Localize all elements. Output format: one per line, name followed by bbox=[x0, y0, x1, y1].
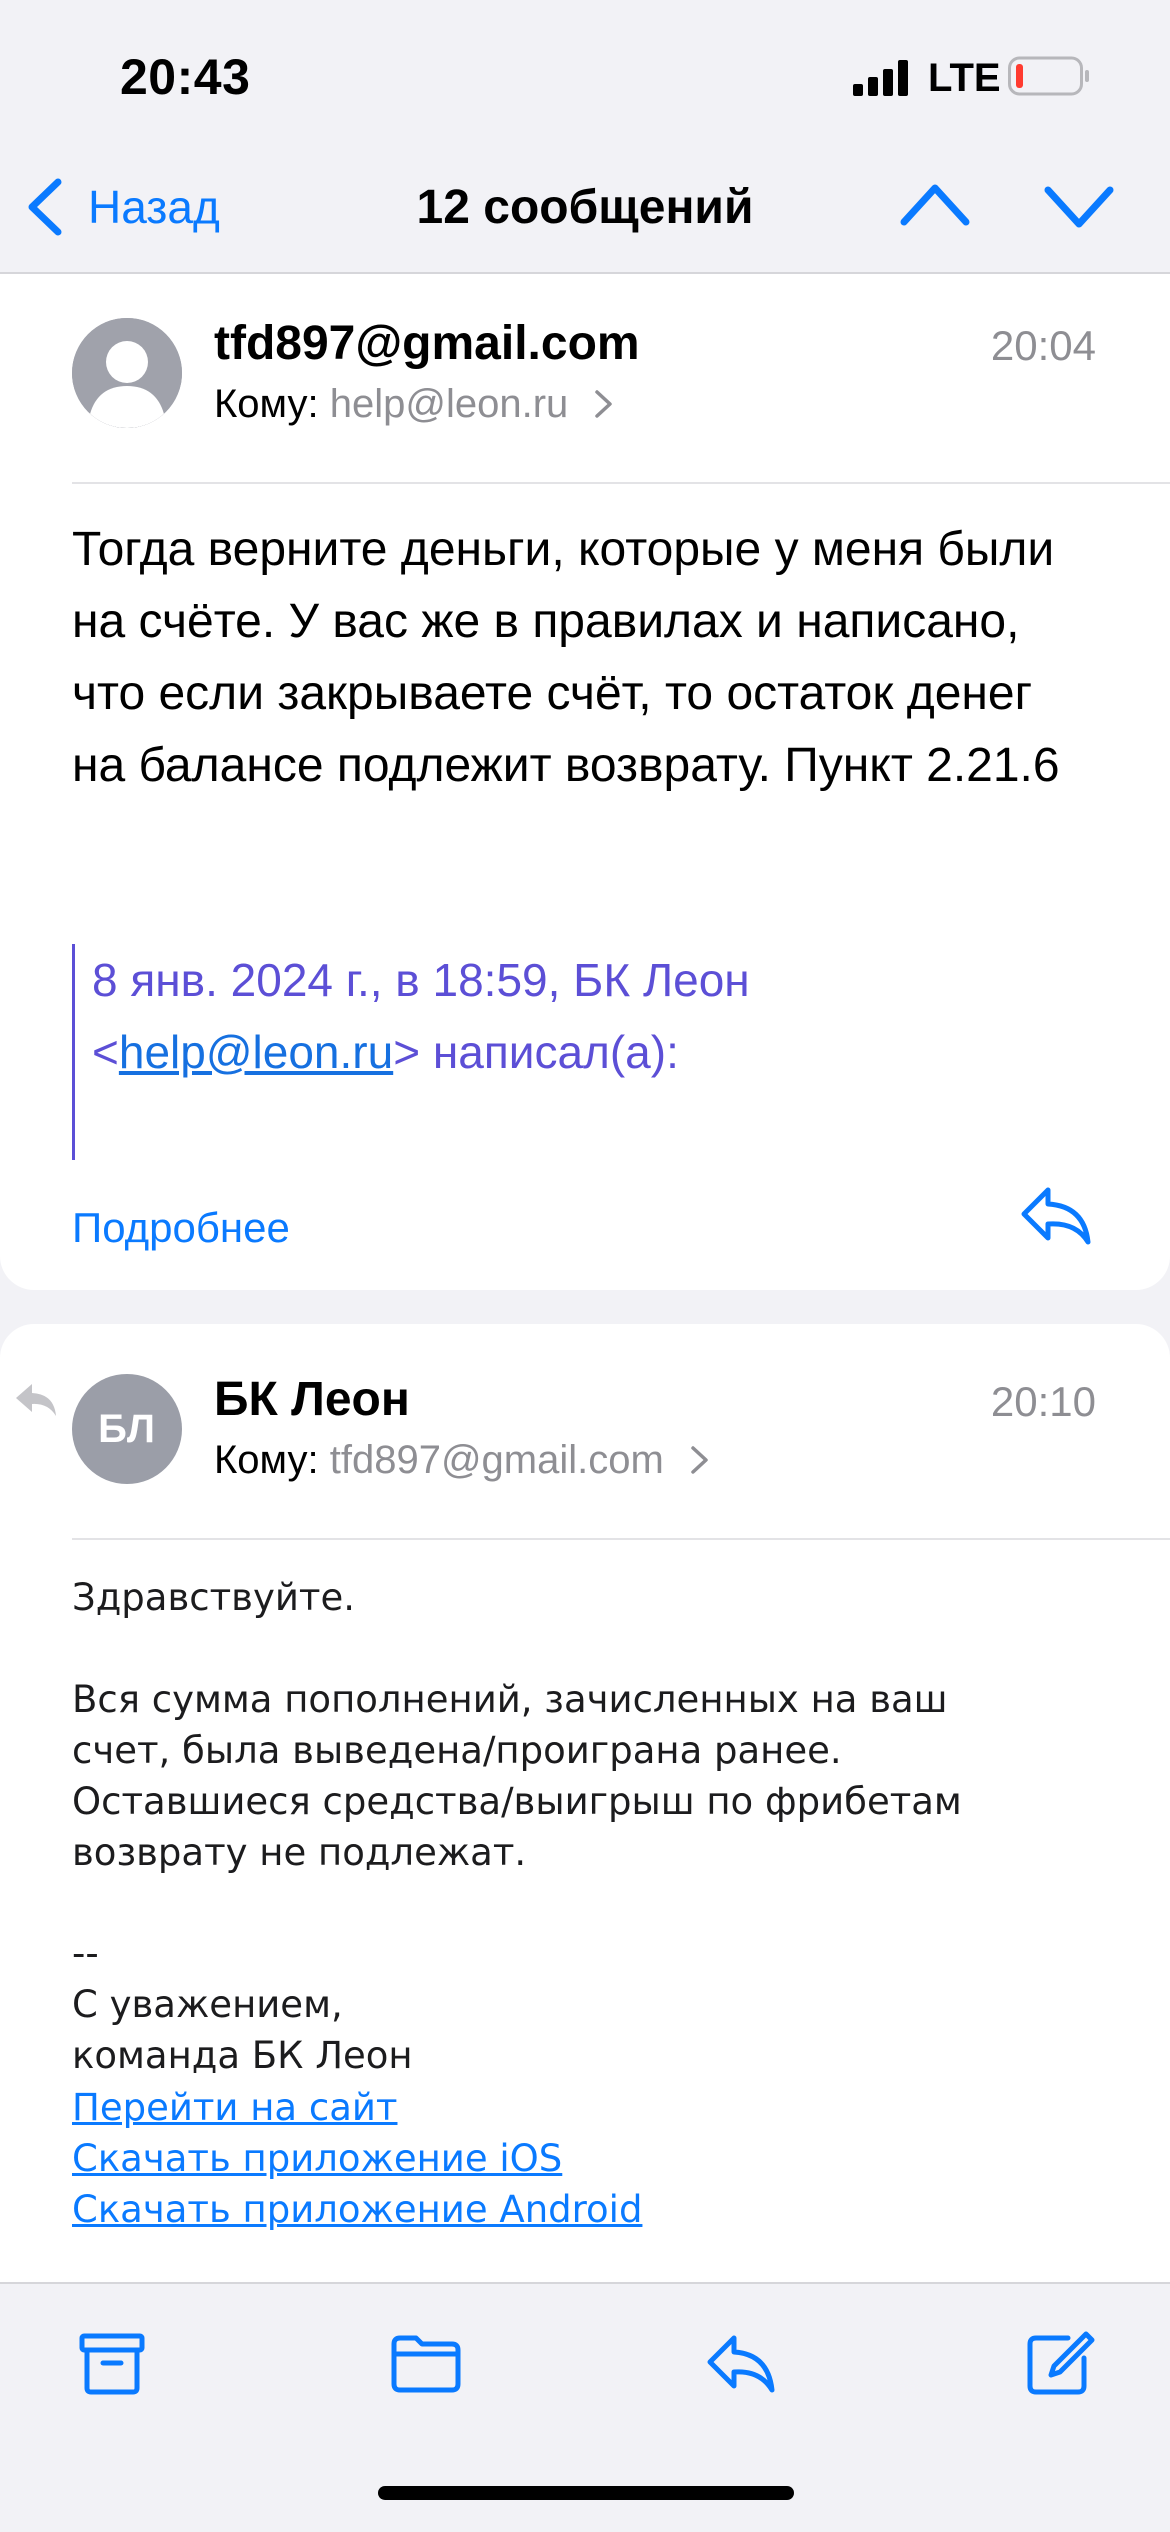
message-time: 20:10 bbox=[990, 1378, 1096, 1425]
quote-bar bbox=[72, 944, 75, 1160]
quote-suffix: > написал(а): bbox=[393, 1026, 679, 1078]
header-divider bbox=[72, 482, 1170, 484]
reply-paragraph: Вся сумма пополнений, зачисленных на ваш… bbox=[72, 1678, 962, 1874]
quoted-author-line: <help@leon.ru> написал(а): bbox=[92, 1016, 1052, 1088]
quoted-header: 8 янв. 2024 г., в 18:59, БК Леон <help@l… bbox=[92, 944, 1052, 1088]
previous-message-chevron-up-icon[interactable] bbox=[900, 180, 970, 230]
sender-avatar-placeholder[interactable] bbox=[72, 318, 182, 428]
cellular-signal-icon bbox=[853, 60, 908, 96]
greeting-text: Здравствуйте. bbox=[72, 1576, 355, 1619]
chevron-right-icon bbox=[595, 390, 613, 418]
recipient-row[interactable]: Кому: help@leon.ru bbox=[214, 382, 615, 427]
signature: -- С уважением, команда БК Леон bbox=[72, 1932, 413, 2077]
thread-title: 12 сообщений bbox=[416, 181, 754, 234]
site-link[interactable]: Перейти на сайт bbox=[72, 2082, 397, 2133]
to-label: Кому: bbox=[214, 382, 319, 426]
android-app-link[interactable]: Скачать приложение Android bbox=[72, 2184, 642, 2235]
header-divider bbox=[72, 1538, 1170, 1540]
quoted-email-link[interactable]: help@leon.ru bbox=[119, 1026, 393, 1078]
sender-name[interactable]: БК Леон bbox=[214, 1372, 410, 1427]
home-indicator[interactable] bbox=[378, 2486, 794, 2500]
sender-name[interactable]: tfd897@gmail.com bbox=[214, 316, 640, 371]
message-body: Тогда верните деньги, которые у меня был… bbox=[72, 523, 1060, 792]
battery-icon bbox=[1008, 56, 1089, 96]
recipient-address[interactable]: tfd897@gmail.com bbox=[330, 1438, 664, 1482]
status-time: 20:43 bbox=[120, 49, 251, 105]
recipient-row[interactable]: Кому: tfd897@gmail.com bbox=[214, 1438, 711, 1483]
compose-icon[interactable] bbox=[1024, 2330, 1096, 2396]
recipient-address[interactable]: help@leon.ru bbox=[330, 382, 569, 426]
archive-icon[interactable] bbox=[76, 2330, 148, 2396]
quote-prefix: < bbox=[92, 1026, 119, 1078]
sender-avatar[interactable]: БЛ bbox=[72, 1374, 182, 1484]
message-time: 20:04 bbox=[990, 322, 1096, 369]
folder-icon[interactable] bbox=[390, 2330, 462, 2396]
to-label: Кому: bbox=[214, 1438, 319, 1482]
chevron-right-icon bbox=[691, 1446, 708, 1474]
replied-indicator-icon bbox=[16, 1384, 56, 1416]
next-message-chevron-down-icon[interactable] bbox=[1044, 182, 1114, 232]
reply-icon[interactable] bbox=[704, 2330, 776, 2396]
show-more-link[interactable]: Подробнее bbox=[72, 1204, 290, 1252]
quoted-date-line: 8 янв. 2024 г., в 18:59, БК Леон bbox=[92, 954, 750, 1006]
reply-icon[interactable] bbox=[1018, 1184, 1094, 1248]
network-type: LTE bbox=[928, 56, 1001, 100]
ios-app-link[interactable]: Скачать приложение iOS bbox=[72, 2133, 562, 2184]
person-icon bbox=[72, 318, 182, 428]
